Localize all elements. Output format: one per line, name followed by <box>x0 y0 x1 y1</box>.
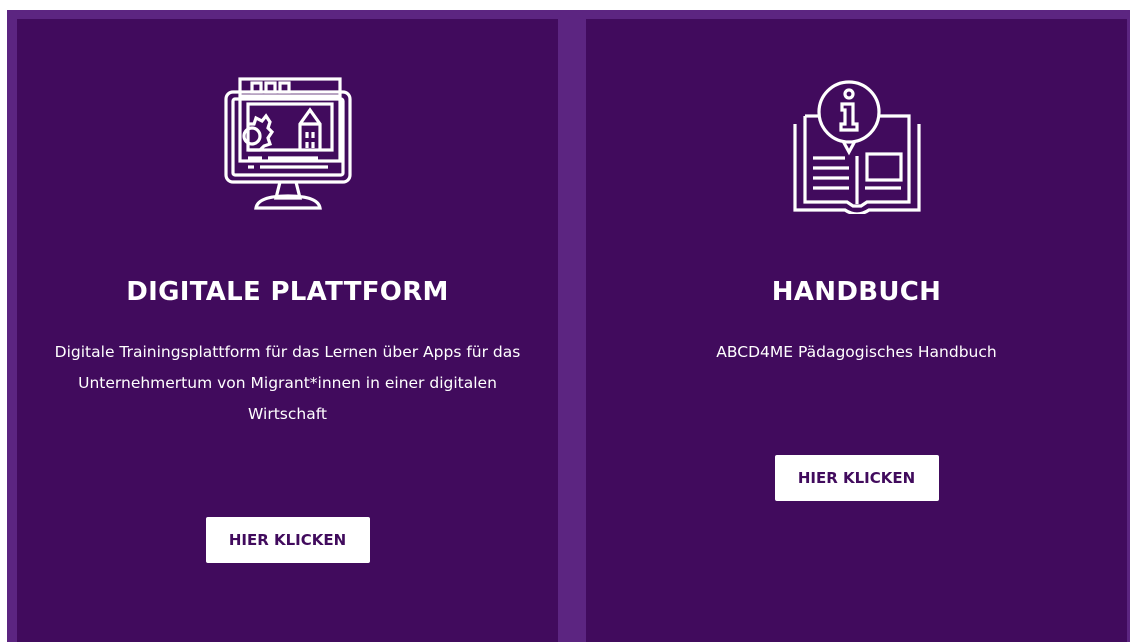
info-book-icon <box>792 80 921 214</box>
cards-section: DIGITALE PLATTFORM Digitale Trainingspla… <box>7 10 1130 642</box>
card-title: HANDBUCH <box>771 277 942 307</box>
hier-klicken-button-handbuch[interactable]: HIER KLICKEN <box>774 455 939 501</box>
card-title: DIGITALE PLATTFORM <box>126 277 449 307</box>
hier-klicken-button-platform[interactable]: HIER KLICKEN <box>205 517 370 563</box>
card-handbuch: HANDBUCH ABCD4ME Pädagogisches Handbuch … <box>586 19 1127 642</box>
card-description: Digitale Trainingsplattform für das Lern… <box>54 343 521 423</box>
monitor-apps-icon <box>223 77 352 210</box>
icon-container <box>17 74 558 214</box>
icon-container <box>586 74 1127 214</box>
card-digital-platform: DIGITALE PLATTFORM Digitale Trainingspla… <box>17 19 558 642</box>
card-description: ABCD4ME Pädagogisches Handbuch <box>716 343 997 361</box>
